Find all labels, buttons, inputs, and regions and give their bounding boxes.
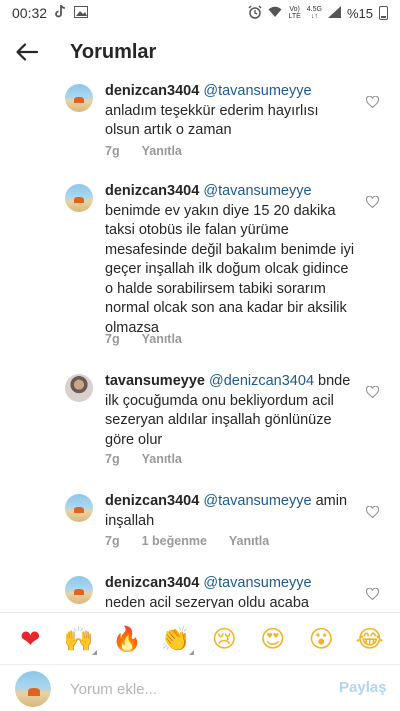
battery-percent: %15 — [346, 5, 373, 21]
comment-meta: 7g Yanıtla — [105, 452, 182, 466]
reply-button[interactable]: Yanıtla — [229, 534, 269, 548]
comment-body: denizcan3404 @tavansumeyye benimde ev ya… — [105, 182, 355, 338]
comment-time: 7g — [105, 452, 120, 466]
network-type-label: 4.5G — [306, 6, 322, 13]
comment-body: denizcan3404 @tavansumeyye anladım teşek… — [105, 82, 355, 141]
emoji-3[interactable]: 👏 — [154, 613, 198, 665]
comment-text: neden acil sezeryan oldu acaba — [105, 594, 309, 609]
comment-body: tavansumeyye @denizcan3404 bnde ilk çocu… — [105, 372, 355, 450]
surprised-face-emoji: 😮 — [308, 624, 334, 653]
skin-tone-indicator — [188, 649, 194, 655]
data-arrows-label: ↓↑ — [310, 13, 318, 20]
like-count[interactable]: 1 beğenme — [142, 534, 207, 548]
skin-tone-indicator — [91, 649, 97, 655]
like-heart-icon[interactable] — [366, 588, 379, 600]
gallery-icon — [74, 5, 89, 21]
comment-meta: 7g Yanıtla — [105, 144, 182, 158]
like-heart-icon[interactable] — [366, 386, 379, 398]
tiktok-icon — [55, 4, 66, 21]
comment-time: 7g — [105, 144, 120, 158]
emoji-7[interactable]: 😂 — [348, 613, 392, 665]
comment-username[interactable]: denizcan3404 — [105, 83, 199, 99]
comment-body: denizcan3404 @tavansumeyye amin inşallah — [105, 492, 355, 531]
comment-time: 7g — [105, 534, 120, 548]
raising-hands-emoji: 🙌 — [63, 624, 94, 653]
emoji-5[interactable]: 😍 — [251, 613, 295, 665]
reply-button[interactable]: Yanıtla — [142, 332, 182, 346]
emoji-1[interactable]: 🙌 — [57, 613, 101, 665]
data-indicator: 4.5G ↓↑ — [307, 6, 322, 20]
emoji-quick-bar: ❤ 🙌 🔥 👏 😢 😍 😮 😂 — [0, 612, 400, 664]
emoji-6[interactable]: 😮 — [299, 613, 343, 665]
comment-mention[interactable]: @tavansumeyye — [203, 83, 311, 99]
lte-label: LTE — [288, 13, 301, 20]
red-heart-emoji: ❤ — [20, 624, 41, 653]
comment-time: 7g — [105, 332, 120, 346]
like-heart-icon[interactable] — [366, 196, 379, 208]
crying-face-emoji: 😢 — [211, 624, 237, 653]
comment-username[interactable]: denizcan3404 — [105, 575, 199, 591]
avatar[interactable] — [65, 576, 93, 604]
emoji-4[interactable]: 😢 — [202, 613, 246, 665]
wifi-icon — [268, 6, 282, 21]
own-avatar — [15, 671, 51, 707]
comment-input[interactable] — [70, 677, 320, 701]
status-bar: 00:32 Vo) LTE 4.5G ↓↑ %15 — [0, 0, 400, 26]
comment-username[interactable]: tavansumeyye — [105, 373, 205, 389]
comment-text: benimde ev yakın diye 15 20 dakika taksi… — [105, 202, 355, 336]
comment-username[interactable]: denizcan3404 — [105, 183, 199, 199]
comment-mention[interactable]: @tavansumeyye — [203, 183, 311, 199]
avatar[interactable] — [65, 84, 93, 112]
emoji-2[interactable]: 🔥 — [105, 613, 149, 665]
page-title: Yorumlar — [70, 40, 157, 63]
back-arrow-icon — [16, 43, 38, 61]
comment-meta: 7g 1 beğenme Yanıtla — [105, 534, 269, 548]
heart-eyes-emoji: 😍 — [260, 624, 286, 653]
avatar[interactable] — [65, 494, 93, 522]
comment-mention[interactable]: @tavansumeyye — [203, 575, 311, 591]
clock: 00:32 — [12, 5, 48, 21]
battery-icon — [379, 6, 388, 20]
comment-mention[interactable]: @tavansumeyye — [203, 493, 311, 509]
tears-of-joy-emoji: 😂 — [355, 624, 384, 653]
reply-button[interactable]: Yanıtla — [142, 144, 182, 158]
comment-mention[interactable]: @denizcan3404 — [209, 373, 314, 389]
clapping-hands-emoji: 👏 — [160, 624, 191, 653]
comment-composer: Paylaş — [0, 664, 400, 711]
alarm-icon — [248, 4, 262, 22]
volte-indicator: Vo) LTE — [288, 6, 300, 20]
avatar[interactable] — [65, 184, 93, 212]
comment-body: denizcan3404 @tavansumeyye neden acil se… — [105, 574, 355, 608]
header: Yorumlar — [0, 26, 400, 78]
avatar[interactable] — [65, 374, 93, 402]
reply-button[interactable]: Yanıtla — [142, 452, 182, 466]
emoji-0[interactable]: ❤ — [8, 613, 52, 665]
fire-emoji: 🔥 — [112, 624, 143, 653]
comment-meta: 7g Yanıtla — [105, 332, 182, 346]
like-heart-icon[interactable] — [366, 96, 379, 108]
comment-list[interactable]: denizcan3404 @tavansumeyye anladım teşek… — [0, 78, 400, 608]
back-button[interactable] — [0, 26, 54, 78]
post-button[interactable]: Paylaş — [339, 679, 387, 696]
signal-icon — [327, 5, 341, 21]
comment-username[interactable]: denizcan3404 — [105, 493, 199, 509]
like-heart-icon[interactable] — [366, 506, 379, 518]
volte-label: Vo) — [289, 6, 300, 13]
comment-text: anladım teşekkür ederim hayırlısı olsun … — [105, 102, 319, 139]
